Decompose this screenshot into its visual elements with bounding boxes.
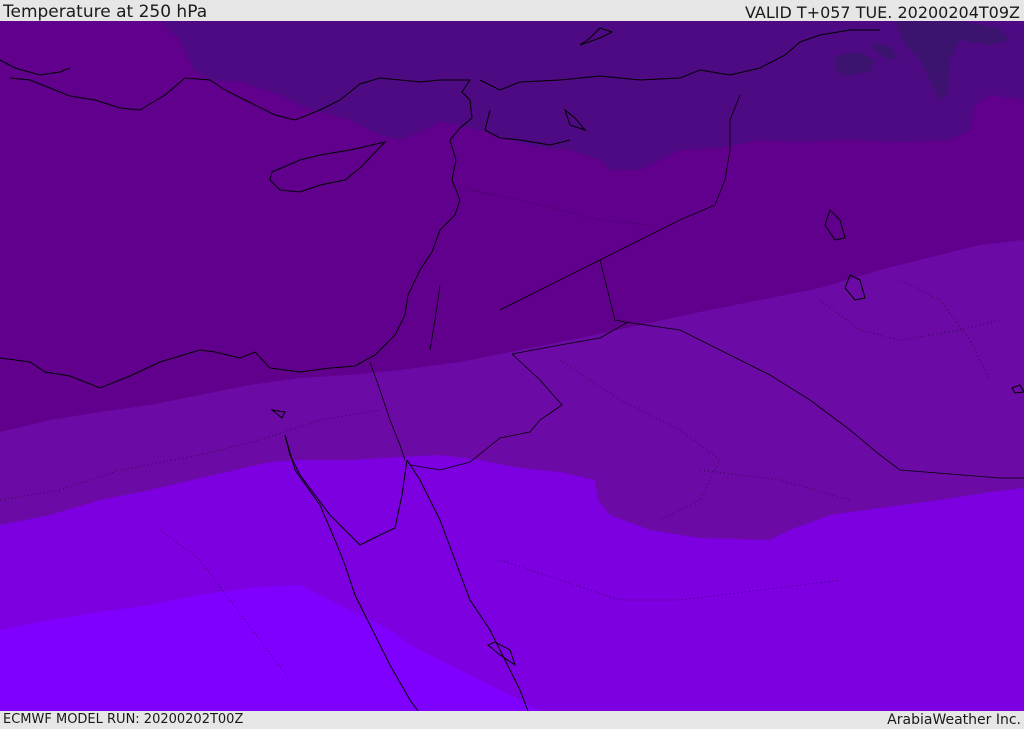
temperature-map[interactable] bbox=[0, 21, 1024, 711]
footer-bar: ECMWF MODEL RUN: 20200202T00Z ArabiaWeat… bbox=[0, 711, 1024, 729]
map-panel[interactable] bbox=[0, 21, 1024, 711]
model-run: ECMWF MODEL RUN: 20200202T00Z bbox=[3, 712, 244, 727]
credit-text: ArabiaWeather Inc. bbox=[887, 712, 1021, 728]
valid-time: VALID T+057 TUE. 20200204T09Z bbox=[744, 3, 1020, 22]
map-title: Temperature at 250 hPa bbox=[3, 2, 208, 22]
header-bar: Temperature at 250 hPa VALID T+057 TUE. … bbox=[0, 0, 1024, 21]
